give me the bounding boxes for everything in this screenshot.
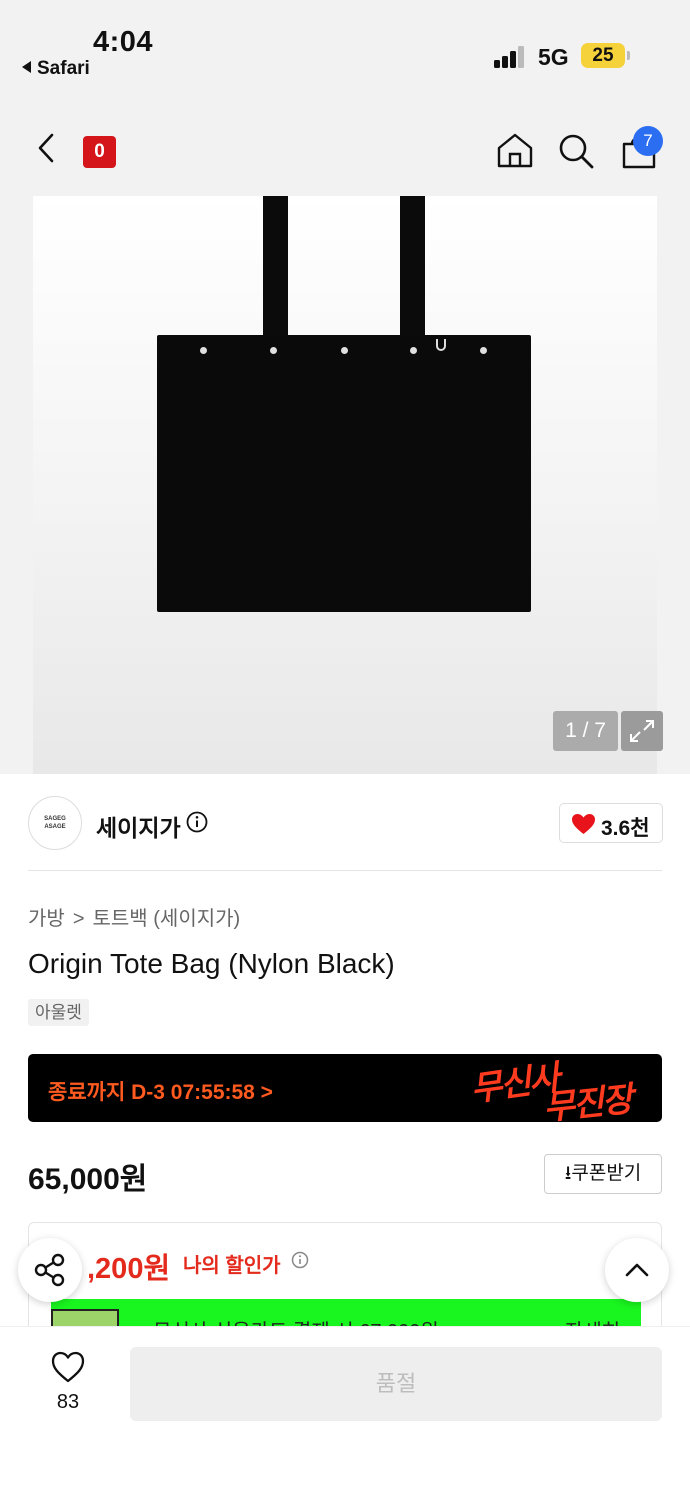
battery-icon: 25: [581, 43, 625, 68]
cart-count-badge: 7: [633, 126, 663, 156]
coupon-button[interactable]: ⭳쿠폰받기: [544, 1154, 662, 1194]
soldout-button: 품절: [130, 1347, 662, 1421]
sale-logo-line2: 무진장: [541, 1079, 634, 1122]
brand-like-button[interactable]: 3.6천: [559, 803, 663, 843]
home-icon[interactable]: [496, 132, 534, 168]
bag-rivet: [410, 347, 417, 354]
info-icon[interactable]: [291, 1251, 309, 1269]
chevron-up-icon: [625, 1263, 649, 1277]
divider: [28, 870, 662, 871]
bag-strap-right: [400, 196, 425, 341]
signal-icon: [494, 46, 526, 68]
breadcrumb-item[interactable]: 가방: [28, 908, 65, 930]
store-logo[interactable]: 0: [83, 136, 116, 168]
brand-avatar[interactable]: SAGEG ASAGE: [28, 796, 82, 850]
sale-banner[interactable]: 종료까지 D-3 07:55:58 > 무신사 무진장: [28, 1054, 662, 1122]
heart-outline-icon[interactable]: [51, 1351, 85, 1383]
bottom-action-bar: 83 품절: [0, 1326, 690, 1500]
brand-name[interactable]: 세이지가: [96, 809, 181, 843]
product-gallery[interactable]: [0, 196, 690, 774]
heart-filled-icon: [572, 814, 595, 834]
outlet-tag: 아울렛: [28, 999, 89, 1026]
search-icon[interactable]: [557, 132, 595, 170]
brand-like-count: 3.6천: [601, 817, 650, 840]
nav-bar: 0: [0, 96, 690, 196]
wish-count: 83: [56, 1391, 80, 1413]
product-price: 65,000원: [28, 1163, 148, 1196]
discount-label: 나의 할인가: [183, 1255, 281, 1277]
network-label: 5G: [538, 44, 569, 70]
status-bar: 4:04 Safari 5G 25: [0, 0, 690, 96]
avatar-text-line1: SAGEG: [44, 816, 66, 822]
discount-price: ,200원: [87, 1253, 171, 1285]
avatar-text-line2: ASAGE: [44, 824, 66, 830]
breadcrumb: 가방 > 토트백 (세이지가): [28, 902, 240, 931]
scroll-top-button[interactable]: [605, 1238, 669, 1302]
status-time: 4:04: [93, 26, 154, 58]
chevron-right-icon: >: [72, 908, 85, 930]
product-title: Origin Tote Bag (Nylon Black): [28, 948, 395, 979]
share-icon: [34, 1253, 65, 1287]
chevron-left-icon[interactable]: [32, 132, 62, 164]
back-triangle-icon: [22, 61, 31, 73]
coupon-button-label: 쿠폰받기: [571, 1163, 642, 1184]
bag-rivet: [200, 347, 207, 354]
tote-bag-illustration: [157, 335, 531, 612]
battery-tip: [627, 51, 630, 60]
image-counter: 1 / 7: [553, 711, 618, 751]
share-button[interactable]: [18, 1238, 82, 1302]
bag-ring: [436, 339, 446, 351]
sale-countdown: 종료까지 D-3 07:55:58 >: [48, 1081, 273, 1104]
bag-rivet: [270, 347, 277, 354]
expand-icon[interactable]: [621, 711, 663, 751]
back-to-safari[interactable]: Safari: [22, 58, 90, 80]
discount-card: ,200원 나의 할인가 무신사 신용카드 결제 시 67,000원 자세히: [28, 1222, 662, 1342]
bag-rivet: [341, 347, 348, 354]
breadcrumb-item[interactable]: 토트백 (세이지가): [93, 908, 241, 930]
back-app-label: Safari: [37, 58, 90, 79]
info-icon[interactable]: [186, 811, 208, 833]
product-image[interactable]: [33, 196, 657, 774]
bag-rivet: [480, 347, 487, 354]
bag-strap-left: [263, 196, 288, 341]
